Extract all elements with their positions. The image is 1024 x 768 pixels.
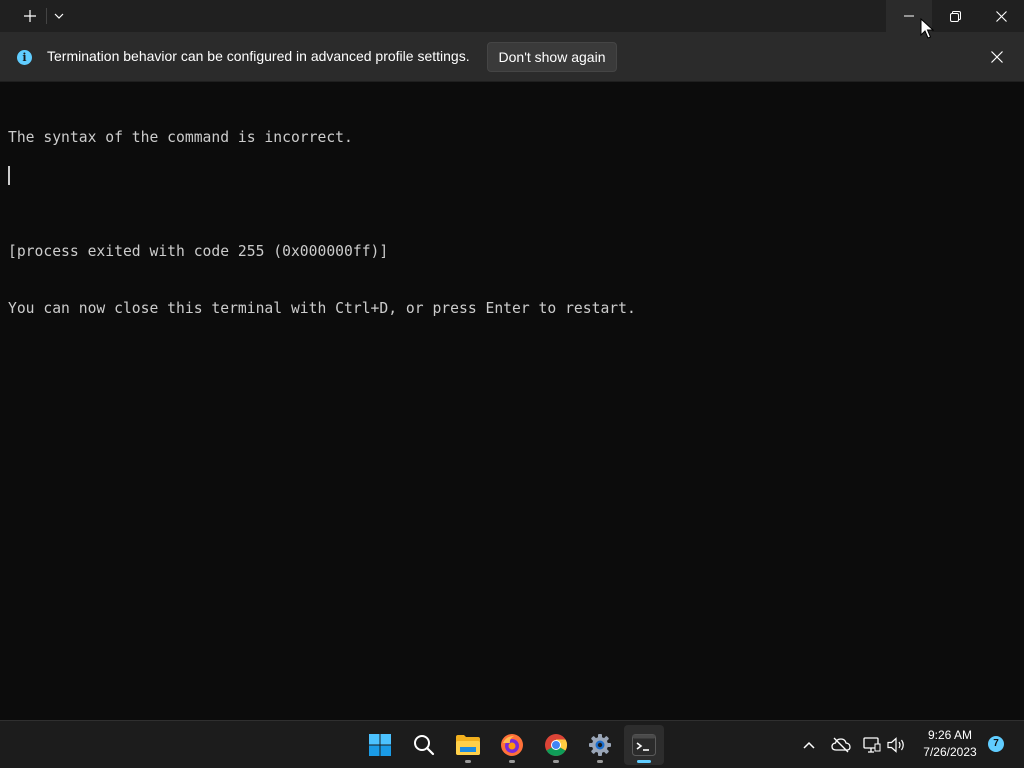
start-button[interactable] xyxy=(360,725,400,765)
folder-icon xyxy=(456,735,480,755)
firefox-button[interactable] xyxy=(492,725,532,765)
running-indicator xyxy=(597,760,603,763)
close-icon xyxy=(991,51,1003,63)
chevron-up-icon xyxy=(803,741,815,749)
close-window-button[interactable] xyxy=(978,0,1024,32)
tab-dropdown-button[interactable] xyxy=(48,0,70,32)
search-icon xyxy=(414,735,435,756)
onedrive-button[interactable] xyxy=(829,733,853,757)
gear-icon xyxy=(589,734,611,756)
windows-logo-icon xyxy=(369,734,391,756)
volume-button[interactable] xyxy=(884,733,908,757)
taskbar: 9:26 AM 7/26/2023 7 xyxy=(0,720,1024,768)
terminal-line: [process exited with code 255 (0x000000f… xyxy=(8,243,389,260)
show-hidden-icons-button[interactable] xyxy=(797,733,821,757)
close-icon xyxy=(995,10,1007,22)
chevron-down-icon xyxy=(54,13,64,19)
title-bar xyxy=(0,0,1024,32)
cloud-offline-icon xyxy=(831,737,851,753)
search-button[interactable] xyxy=(404,725,444,765)
info-message: Termination behavior can be configured i… xyxy=(47,48,470,64)
settings-button[interactable] xyxy=(580,725,620,765)
terminal-icon xyxy=(632,734,656,756)
chrome-icon xyxy=(545,734,567,756)
running-indicator xyxy=(553,760,559,763)
notification-badge[interactable]: 7 xyxy=(988,736,1004,752)
clock-time: 9:26 AM xyxy=(927,728,973,742)
chrome-button[interactable] xyxy=(536,725,576,765)
clock[interactable]: 9:26 AM 7/26/2023 xyxy=(915,727,985,761)
speaker-icon xyxy=(887,737,904,753)
text-cursor xyxy=(8,166,10,185)
new-tab-button[interactable] xyxy=(14,0,46,32)
running-indicator xyxy=(465,760,471,763)
mouse-pointer-icon xyxy=(920,18,934,39)
dont-show-again-button[interactable]: Don't show again xyxy=(487,42,617,72)
network-icon xyxy=(863,737,881,753)
terminal-output[interactable]: The syntax of the command is incorrect. … xyxy=(8,90,1018,337)
info-icon: i xyxy=(17,50,32,65)
clock-date: 7/26/2023 xyxy=(923,745,977,759)
running-indicator xyxy=(637,760,651,763)
restore-button[interactable] xyxy=(932,0,978,32)
plus-icon xyxy=(24,10,36,22)
terminal-button[interactable] xyxy=(624,725,664,765)
restore-icon xyxy=(949,10,961,22)
infobar-close-button[interactable] xyxy=(986,46,1008,68)
file-explorer-button[interactable] xyxy=(448,725,488,765)
titlebar-divider xyxy=(46,8,47,24)
running-indicator xyxy=(509,760,515,763)
network-button[interactable] xyxy=(860,733,884,757)
firefox-icon xyxy=(501,734,523,756)
info-bar: i Termination behavior can be configured… xyxy=(0,32,1024,82)
terminal-line: The syntax of the command is incorrect. xyxy=(8,129,353,146)
minimize-icon xyxy=(904,15,914,17)
terminal-line: You can now close this terminal with Ctr… xyxy=(8,300,636,317)
